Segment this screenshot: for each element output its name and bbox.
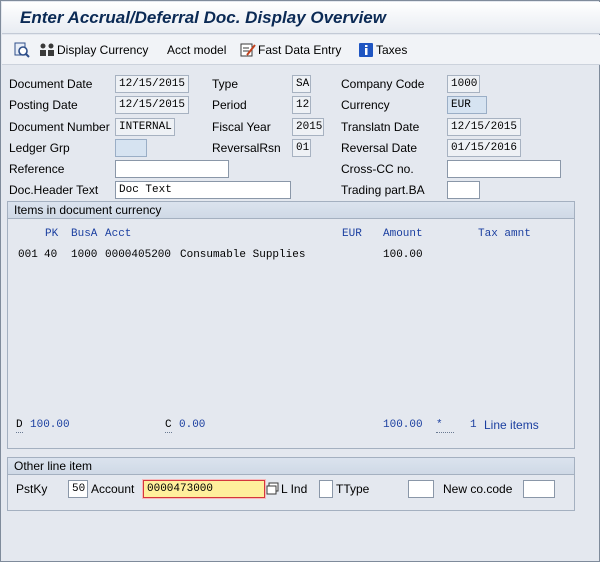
acct-model-label: Acct model	[167, 43, 227, 57]
line-item-count: 1	[470, 419, 477, 431]
posting-date-field[interactable]: 12/15/2015	[115, 96, 189, 114]
column-busa: BusA	[71, 228, 98, 240]
ttype-field[interactable]	[408, 480, 434, 498]
magnifier-document-icon	[14, 42, 30, 58]
application-toolbar: Display Currency Acct model Fast Data En…	[2, 35, 600, 65]
new-co-code-label: New co.code	[443, 482, 513, 496]
trading-part-field[interactable]	[447, 181, 480, 199]
fast-data-entry-label: Fast Data Entry	[258, 43, 342, 57]
reference-field[interactable]	[115, 160, 229, 178]
cross-cc-label: Cross-CC no.	[341, 162, 414, 176]
reference-label: Reference	[9, 162, 65, 176]
account-field[interactable]: 0000473000	[143, 480, 265, 498]
currency-field[interactable]: EUR	[447, 96, 487, 114]
ttype-label: TType	[336, 482, 370, 496]
l-ind-label: L Ind	[281, 482, 308, 496]
ledger-grp-label: Ledger Grp	[9, 141, 70, 155]
currency-label: Currency	[341, 98, 390, 112]
page-title: Enter Accrual/Deferral Doc. Display Over…	[20, 8, 386, 27]
column-tax-amnt: Tax amnt	[478, 228, 531, 240]
search-help-icon[interactable]	[266, 482, 280, 496]
balance-indicator: *	[436, 417, 454, 433]
display-currency-label: Display Currency	[57, 43, 149, 57]
company-code-field[interactable]: 1000	[447, 75, 480, 93]
pstky-field[interactable]: 50	[68, 480, 88, 498]
posting-date-label: Posting Date	[9, 98, 78, 112]
period-field[interactable]: 12	[292, 96, 311, 114]
taxes-label: Taxes	[376, 43, 408, 57]
new-co-code-field[interactable]	[523, 480, 555, 498]
info-icon	[359, 43, 373, 57]
translatn-date-label: Translatn Date	[341, 120, 420, 134]
main-window: Enter Accrual/Deferral Doc. Display Over…	[0, 0, 600, 562]
title-bar: Enter Accrual/Deferral Doc. Display Over…	[2, 2, 600, 34]
row-pk: 40	[44, 249, 58, 261]
fiscal-year-field[interactable]: 2015	[292, 118, 324, 136]
document-number-field[interactable]: INTERNAL	[115, 118, 175, 136]
document-number-label: Document Number	[9, 120, 110, 134]
type-label: Type	[212, 77, 239, 91]
other-line-item-title: Other line item	[8, 458, 574, 475]
doc-header-text-label: Doc.Header Text	[9, 183, 99, 197]
ledger-grp-field[interactable]	[115, 139, 147, 157]
row-amount: 100.00	[383, 249, 423, 261]
debit-total: 100.00	[30, 419, 70, 431]
row-busa: 1000	[71, 249, 98, 261]
credit-label: C	[165, 419, 172, 433]
taxes-button[interactable]: Taxes	[358, 41, 407, 59]
reversal-rsn-label: ReversalRsn	[212, 141, 281, 155]
debit-label: D	[16, 419, 23, 433]
balance-total: 100.00	[383, 419, 423, 431]
items-group: Items in document currency PK BusA Acct …	[7, 201, 575, 449]
display-currency-button[interactable]: Display Currency	[39, 41, 148, 59]
line-items-label: Line items	[484, 418, 539, 432]
document-date-field[interactable]: 12/15/2015	[115, 75, 189, 93]
display-document-button[interactable]	[14, 41, 32, 59]
translatn-date-field[interactable]: 12/15/2015	[447, 118, 521, 136]
column-acct: Acct	[105, 228, 132, 240]
trading-part-label: Trading part.BA	[341, 183, 425, 197]
row-acct: 0000405200	[105, 249, 172, 261]
fiscal-year-label: Fiscal Year	[212, 120, 271, 134]
credit-total: 0.00	[179, 419, 206, 431]
account-label: Account	[91, 482, 135, 496]
reversal-date-field[interactable]: 01/15/2016	[447, 139, 521, 157]
fast-data-entry-button[interactable]: Fast Data Entry	[240, 41, 341, 59]
period-label: Period	[212, 98, 247, 112]
document-date-label: Document Date	[9, 77, 93, 91]
column-pk: PK	[45, 228, 59, 240]
row-number: 001	[18, 249, 38, 261]
row-text: Consumable Supplies	[180, 249, 306, 261]
doc-header-text-field[interactable]: Doc Text	[115, 181, 291, 199]
items-group-title: Items in document currency	[8, 202, 574, 219]
company-code-label: Company Code	[341, 77, 425, 91]
pstky-label: PstKy	[16, 482, 48, 496]
cross-cc-field[interactable]	[447, 160, 561, 178]
other-line-item-group: Other line item PstKy 50 Account 0000473…	[7, 457, 575, 511]
currency-people-icon	[40, 43, 54, 56]
reversal-date-label: Reversal Date	[341, 141, 418, 155]
reversal-rsn-field[interactable]: 01	[292, 139, 311, 157]
edit-form-icon	[240, 43, 256, 57]
column-amount: Amount	[383, 228, 423, 240]
acct-model-button[interactable]: Acct model	[167, 41, 226, 59]
column-eur: EUR	[342, 228, 362, 240]
l-ind-field[interactable]	[319, 480, 333, 498]
type-field[interactable]: SA	[292, 75, 311, 93]
